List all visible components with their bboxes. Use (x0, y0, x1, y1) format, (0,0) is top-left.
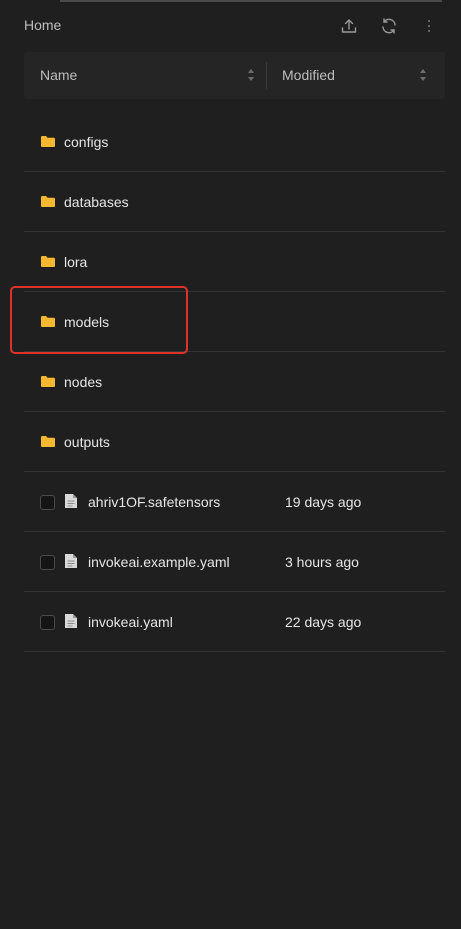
row-modified: 22 days ago (285, 614, 362, 630)
folder-icon (41, 436, 55, 447)
column-header: Name Modified (24, 52, 445, 99)
sort-modified-icon[interactable] (418, 66, 428, 84)
row-name: configs (64, 134, 109, 150)
file-row-invokeai-yaml[interactable]: invokeai.yaml 22 days ago (24, 592, 445, 652)
more-options-button[interactable] (417, 14, 441, 38)
row-name: ahriv1OF.safetensors (88, 494, 221, 510)
column-modified-header[interactable]: Modified (282, 67, 335, 83)
folder-icon (41, 316, 55, 327)
folder-row-configs[interactable]: configs (24, 112, 445, 172)
column-name-header[interactable]: Name (40, 67, 77, 83)
row-modified: 3 hours ago (285, 554, 359, 570)
folder-row-databases[interactable]: databases (24, 172, 445, 232)
file-icon (65, 494, 77, 508)
file-icon (65, 554, 77, 568)
folder-row-models[interactable]: models (24, 292, 445, 352)
row-name: invokeai.example.yaml (88, 554, 230, 570)
select-checkbox[interactable] (40, 555, 55, 570)
column-divider[interactable] (266, 62, 267, 89)
row-name: models (64, 314, 110, 330)
select-checkbox[interactable] (40, 615, 55, 630)
row-name: outputs (64, 434, 110, 450)
folder-icon (41, 196, 55, 207)
refresh-icon (382, 18, 396, 34)
row-name: databases (64, 194, 129, 210)
folder-row-lora[interactable]: lora (24, 232, 445, 292)
folder-row-outputs[interactable]: outputs (24, 412, 445, 472)
folder-row-nodes[interactable]: nodes (24, 352, 445, 412)
folder-icon (41, 376, 55, 387)
row-name: nodes (64, 374, 103, 390)
upload-button[interactable] (337, 14, 361, 38)
select-checkbox[interactable] (40, 495, 55, 510)
file-list: configs databases lora models nodes outp… (24, 112, 445, 652)
breadcrumb-home[interactable]: Home (24, 17, 61, 33)
refresh-button[interactable] (377, 14, 401, 38)
folder-icon (41, 136, 55, 147)
upload-icon (341, 19, 357, 33)
row-name: invokeai.yaml (88, 614, 173, 630)
file-row-invokeai-example-yaml[interactable]: invokeai.example.yaml 3 hours ago (24, 532, 445, 592)
row-name: lora (64, 254, 88, 270)
file-icon (65, 614, 77, 628)
more-vertical-icon (428, 20, 430, 32)
file-row-ahriv1OF[interactable]: ahriv1OF.safetensors 19 days ago (24, 472, 445, 532)
sort-name-icon[interactable] (246, 66, 256, 84)
folder-icon (41, 256, 55, 267)
row-modified: 19 days ago (285, 494, 362, 510)
file-browser-header: Home (0, 0, 461, 52)
